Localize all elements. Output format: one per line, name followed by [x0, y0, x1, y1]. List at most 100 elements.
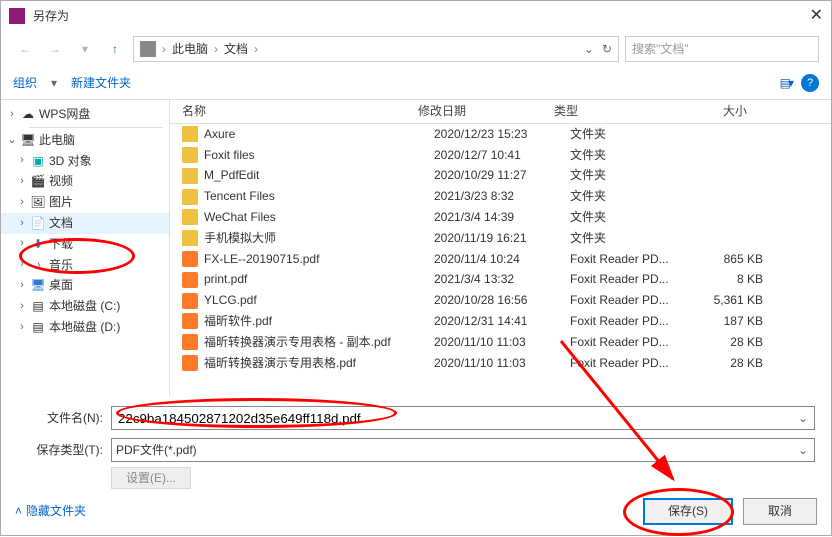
col-size[interactable]: 大小: [672, 103, 753, 120]
file-size: 28 KB: [688, 334, 769, 351]
file-type: Foxit Reader PD...: [570, 251, 688, 268]
file-date: 2021/3/4 14:39: [434, 209, 570, 226]
save-button[interactable]: 保存(S): [643, 498, 733, 525]
file-row[interactable]: Tencent Files2021/3/23 8:32文件夹: [170, 186, 831, 207]
titlebar: 另存为 ✕: [1, 1, 831, 31]
pdf-icon: [182, 334, 198, 350]
file-type: 文件夹: [570, 167, 688, 184]
file-type: 文件夹: [570, 188, 688, 205]
filetype-select[interactable]: PDF文件(*.pdf)⌄: [111, 438, 815, 462]
file-name: print.pdf: [204, 271, 434, 288]
documents-icon: 📄: [30, 215, 46, 231]
col-type[interactable]: 类型: [554, 103, 672, 120]
file-row[interactable]: 福昕软件.pdf2020/12/31 14:41Foxit Reader PD.…: [170, 311, 831, 332]
file-date: 2020/11/10 11:03: [434, 334, 570, 351]
folder-icon: [182, 230, 198, 246]
tree-item-disk-d[interactable]: ›▤本地磁盘 (D:): [1, 317, 169, 338]
file-date: 2021/3/4 13:32: [434, 271, 570, 288]
breadcrumb-root[interactable]: 此电脑: [172, 41, 208, 58]
desktop-icon: 🖥: [30, 278, 46, 294]
file-type: Foxit Reader PD...: [570, 355, 688, 372]
pictures-icon: 🖼: [30, 195, 46, 211]
file-row[interactable]: 福昕转换器演示专用表格 - 副本.pdf2020/11/10 11:03Foxi…: [170, 332, 831, 353]
file-size: 187 KB: [688, 313, 769, 330]
organize-button[interactable]: 组织: [13, 75, 37, 92]
search-input[interactable]: 搜索"文档": [625, 36, 819, 62]
close-icon[interactable]: ✕: [810, 5, 823, 27]
file-date: 2021/3/23 8:32: [434, 188, 570, 205]
tree-item-wps[interactable]: ›☁WPS网盘: [1, 104, 169, 125]
folder-icon: [182, 126, 198, 142]
up-icon[interactable]: ↑: [103, 37, 127, 61]
pdf-icon: [182, 355, 198, 371]
col-name[interactable]: 名称: [182, 103, 418, 120]
file-name: 福昕转换器演示专用表格 - 副本.pdf: [204, 334, 434, 351]
file-name: Tencent Files: [204, 188, 434, 205]
file-row[interactable]: 福昕转换器演示专用表格.pdf2020/11/10 11:03Foxit Rea…: [170, 353, 831, 374]
folder-icon: [182, 168, 198, 184]
settings-button[interactable]: 设置(E)...: [111, 467, 191, 489]
file-name: YLCG.pdf: [204, 292, 434, 309]
form-area: 文件名(N): ⌄ 保存类型(T): PDF文件(*.pdf)⌄ 设置(E)..…: [1, 396, 831, 497]
help-icon[interactable]: ?: [801, 74, 819, 92]
video-icon: 🎬: [30, 174, 46, 190]
tree-item-this-pc[interactable]: ⌄🖥此电脑: [1, 130, 169, 151]
file-date: 2020/12/7 10:41: [434, 147, 570, 164]
filetype-label: 保存类型(T):: [17, 442, 111, 459]
file-list: 名称 修改日期 类型 大小 Axure2020/12/23 15:23文件夹Fo…: [170, 100, 831, 396]
file-type: 文件夹: [570, 126, 688, 143]
file-type: 文件夹: [570, 147, 688, 164]
file-row[interactable]: print.pdf2021/3/4 13:32Foxit Reader PD..…: [170, 269, 831, 290]
refresh-icon[interactable]: ↻: [602, 41, 612, 58]
disk-icon: ▤: [30, 299, 46, 315]
filename-input[interactable]: ⌄: [111, 406, 815, 430]
window-title: 另存为: [33, 8, 810, 25]
tree-item-videos[interactable]: ›🎬视频: [1, 171, 169, 192]
chevron-down-icon[interactable]: ⌄: [796, 442, 810, 459]
hide-folders-link[interactable]: ˄隐藏文件夹: [15, 503, 86, 520]
cancel-button[interactable]: 取消: [743, 498, 817, 525]
tree-item-documents[interactable]: ›📄文档: [1, 213, 169, 234]
file-date: 2020/11/10 11:03: [434, 355, 570, 372]
disk-icon: ▤: [30, 319, 46, 335]
tree-item-music[interactable]: ›♪音乐: [1, 255, 169, 276]
chevron-down-icon[interactable]: ⌄: [796, 410, 810, 427]
address-bar[interactable]: › 此电脑 › 文档 › ⌄↻: [133, 36, 619, 62]
file-name: Foxit files: [204, 147, 434, 164]
tree-item-pictures[interactable]: ›🖼图片: [1, 192, 169, 213]
file-header[interactable]: 名称 修改日期 类型 大小: [170, 100, 831, 124]
cube-icon: ▣: [30, 153, 46, 169]
file-row[interactable]: M_PdfEdit2020/10/29 11:27文件夹: [170, 165, 831, 186]
file-type: 文件夹: [570, 209, 688, 226]
new-folder-button[interactable]: 新建文件夹: [71, 75, 131, 92]
folder-icon: [182, 147, 198, 163]
tree-item-disk-c[interactable]: ›▤本地磁盘 (C:): [1, 296, 169, 317]
folder-icon: [182, 189, 198, 205]
file-row[interactable]: Foxit files2020/12/7 10:41文件夹: [170, 145, 831, 166]
file-row[interactable]: FX-LE--20190715.pdf2020/11/4 10:24Foxit …: [170, 249, 831, 270]
navbar: ← → ▾ ↑ › 此电脑 › 文档 › ⌄↻ 搜索"文档": [1, 31, 831, 67]
file-size: 28 KB: [688, 355, 769, 372]
view-mode-button[interactable]: ▤▾: [780, 75, 791, 92]
pdf-icon: [182, 251, 198, 267]
chevron-down-icon[interactable]: ⌄: [584, 41, 594, 58]
file-row[interactable]: 手机模拟大师2020/11/19 16:21文件夹: [170, 228, 831, 249]
file-type: 文件夹: [570, 230, 688, 247]
col-date[interactable]: 修改日期: [418, 103, 554, 120]
folder-icon: [182, 209, 198, 225]
pc-icon: 🖥: [20, 132, 36, 148]
chevron-down-icon[interactable]: ▾: [73, 37, 97, 61]
tree-item-3d[interactable]: ›▣3D 对象: [1, 151, 169, 172]
download-icon: ⬇: [30, 236, 46, 252]
file-row[interactable]: WeChat Files2021/3/4 14:39文件夹: [170, 207, 831, 228]
file-name: M_PdfEdit: [204, 167, 434, 184]
tree-panel: ›☁WPS网盘 ⌄🖥此电脑 ›▣3D 对象 ›🎬视频 ›🖼图片 ›📄文档 ›⬇下…: [1, 100, 170, 396]
back-icon[interactable]: ←: [13, 37, 37, 61]
file-row[interactable]: Axure2020/12/23 15:23文件夹: [170, 124, 831, 145]
pdf-icon: [182, 272, 198, 288]
tree-item-desktop[interactable]: ›🖥桌面: [1, 275, 169, 296]
file-row[interactable]: YLCG.pdf2020/10/28 16:56Foxit Reader PD.…: [170, 290, 831, 311]
tree-item-downloads[interactable]: ›⬇下载: [1, 234, 169, 255]
breadcrumb-folder[interactable]: 文档: [224, 41, 248, 58]
music-icon: ♪: [30, 257, 46, 273]
